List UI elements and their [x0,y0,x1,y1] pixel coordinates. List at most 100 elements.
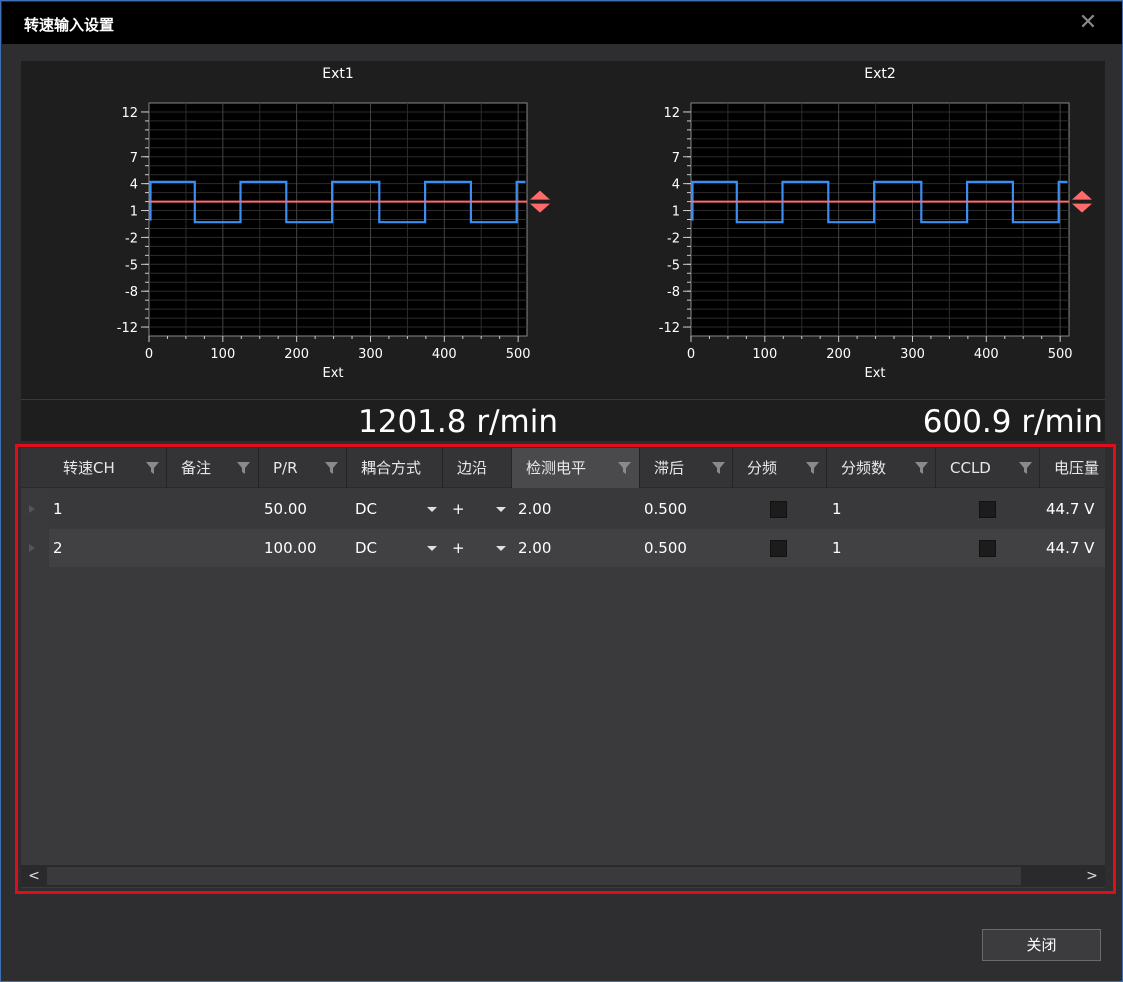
window-title: 转速输入设置 [24,16,115,34]
cell-voltage: 44.7 V [1046,539,1095,557]
row-indicator-icon [29,544,35,552]
div-checkbox[interactable] [770,501,787,518]
cell-hyst[interactable]: 0.500 [644,529,687,567]
y-tick-label: 1 [672,205,680,220]
row-indicator-icon [29,505,35,513]
col-header-edge[interactable]: 边沿 [443,448,512,488]
threshold-up-icon [1072,190,1092,200]
col-header-label: 分频 [747,459,778,477]
cell-coupling[interactable]: DC [355,490,377,528]
x-tick-label: 500 [506,347,531,362]
ext1-chart: Ext1 12 7 4 1 -2 -5 -8 -12 0 100 200 300 400 500 Ext [117,66,550,381]
filter-icon[interactable] [1019,462,1032,474]
x-tick-label: 0 [145,347,153,362]
cell-voltage: 44.7 V [1046,500,1095,518]
channel-grid: 转速CH 备注 P/R 耦合方式 边沿 检测电平 滞后 分频 分频数 CCLD … [21,448,1105,888]
filter-icon[interactable] [806,462,819,474]
edge-dropdown-icon[interactable] [496,507,506,512]
cell-edge[interactable]: + [452,529,465,567]
x-tick-label: 500 [1048,347,1073,362]
close-icon[interactable]: ✕ [1076,10,1100,36]
scroll-right-icon[interactable]: > [1081,865,1103,887]
chart-title: Ext1 [322,66,354,82]
title-bar: 转速输入设置 ✕ [2,2,1122,44]
table-row[interactable]: 1 50.00 DC + 2.00 0.500 1 44.7 V [21,490,1105,528]
col-header-label: 分频数 [841,459,887,477]
cell-edge[interactable]: + [452,490,465,528]
col-header-label: 备注 [181,459,212,477]
col-header-pr[interactable]: P/R [259,448,347,488]
horizontal-scrollbar[interactable]: < > [21,865,1105,887]
cell-divnum[interactable]: 1 [832,529,842,567]
x-tick-label: 0 [687,347,695,362]
y-tick-label: -2 [667,231,680,246]
table-row[interactable]: 2 100.00 DC + 2.00 0.500 1 44.7 V [21,529,1105,567]
x-axis-label: Ext [322,366,343,381]
cell-ch[interactable]: 2 [53,529,63,567]
ccld-checkbox[interactable] [979,501,996,518]
edge-dropdown-icon[interactable] [496,546,506,551]
col-header-label: CCLD [950,459,991,477]
cell-level[interactable]: 2.00 [518,529,551,567]
filter-icon[interactable] [325,462,338,474]
x-tick-label: 400 [974,347,999,362]
x-tick-label: 300 [900,347,925,362]
col-header-voltage[interactable]: 电压量 [1040,448,1105,488]
ext1-rpm: 1201.8 r/min [358,404,558,440]
cell-divnum[interactable]: 1 [832,490,842,528]
col-header-label: 电压量 [1054,459,1100,477]
col-header-coupling[interactable]: 耦合方式 [347,448,443,488]
col-header-ch[interactable]: 转速CH [49,448,167,488]
col-header-divnum[interactable]: 分频数 [827,448,936,488]
filter-icon[interactable] [237,462,250,474]
col-header-label: 边沿 [457,459,488,477]
cell-pr[interactable]: 50.00 [264,490,307,528]
x-axis-label: Ext [864,366,885,381]
ext2-chart: Ext2 12 7 4 1 -2 -5 -8 -12 0 100 200 300 400 500 Ext [659,66,1092,381]
col-header-div[interactable]: 分频 [733,448,827,488]
col-header-label: 转速CH [63,459,115,477]
col-header-hyst[interactable]: 滞后 [640,448,733,488]
y-tick-label: 7 [672,151,680,166]
threshold-down-icon [530,203,550,213]
x-tick-label: 100 [210,347,235,362]
scrollbar-thumb[interactable] [47,867,1021,885]
charts-panel: Ext1 12 7 4 1 -2 -5 -8 -12 0 100 200 300 400 500 Ext Ex… [21,61,1105,399]
y-tick-label: -12 [117,321,138,336]
filter-icon[interactable] [712,462,725,474]
filter-icon[interactable] [618,462,631,474]
ext2-rpm: 600.9 r/min [922,404,1103,440]
cell-pr[interactable]: 100.00 [264,529,317,567]
y-tick-label: -5 [125,258,138,273]
col-header-level[interactable]: 检测电平 [512,448,640,488]
col-header-label: 滞后 [654,459,685,477]
filter-icon[interactable] [146,462,159,474]
close-button[interactable]: 关闭 [982,929,1101,961]
col-header-note[interactable]: 备注 [167,448,259,488]
y-tick-label: 4 [672,178,680,193]
cell-coupling[interactable]: DC [355,529,377,567]
y-tick-label: 7 [130,151,138,166]
chart-title: Ext2 [864,66,896,82]
coupling-dropdown-icon[interactable] [427,546,437,551]
rpm-readout-row: 1201.8 r/min 600.9 r/min [21,399,1105,441]
ccld-checkbox[interactable] [979,540,996,557]
cell-level[interactable]: 2.00 [518,490,551,528]
x-tick-label: 200 [826,347,851,362]
y-tick-label: -12 [659,321,680,336]
scroll-left-icon[interactable]: < [23,865,45,887]
filter-icon[interactable] [915,462,928,474]
col-header-ccld[interactable]: CCLD [936,448,1040,488]
y-tick-label: -2 [125,231,138,246]
y-tick-label: 1 [130,205,138,220]
y-tick-label: -8 [125,285,138,300]
y-tick-label: 12 [663,106,680,121]
y-tick-label: -5 [667,258,680,273]
cell-hyst[interactable]: 0.500 [644,490,687,528]
x-tick-label: 100 [752,347,777,362]
div-checkbox[interactable] [770,540,787,557]
y-tick-label: -8 [667,285,680,300]
cell-ch[interactable]: 1 [53,490,63,528]
threshold-down-icon [1072,203,1092,213]
coupling-dropdown-icon[interactable] [427,507,437,512]
